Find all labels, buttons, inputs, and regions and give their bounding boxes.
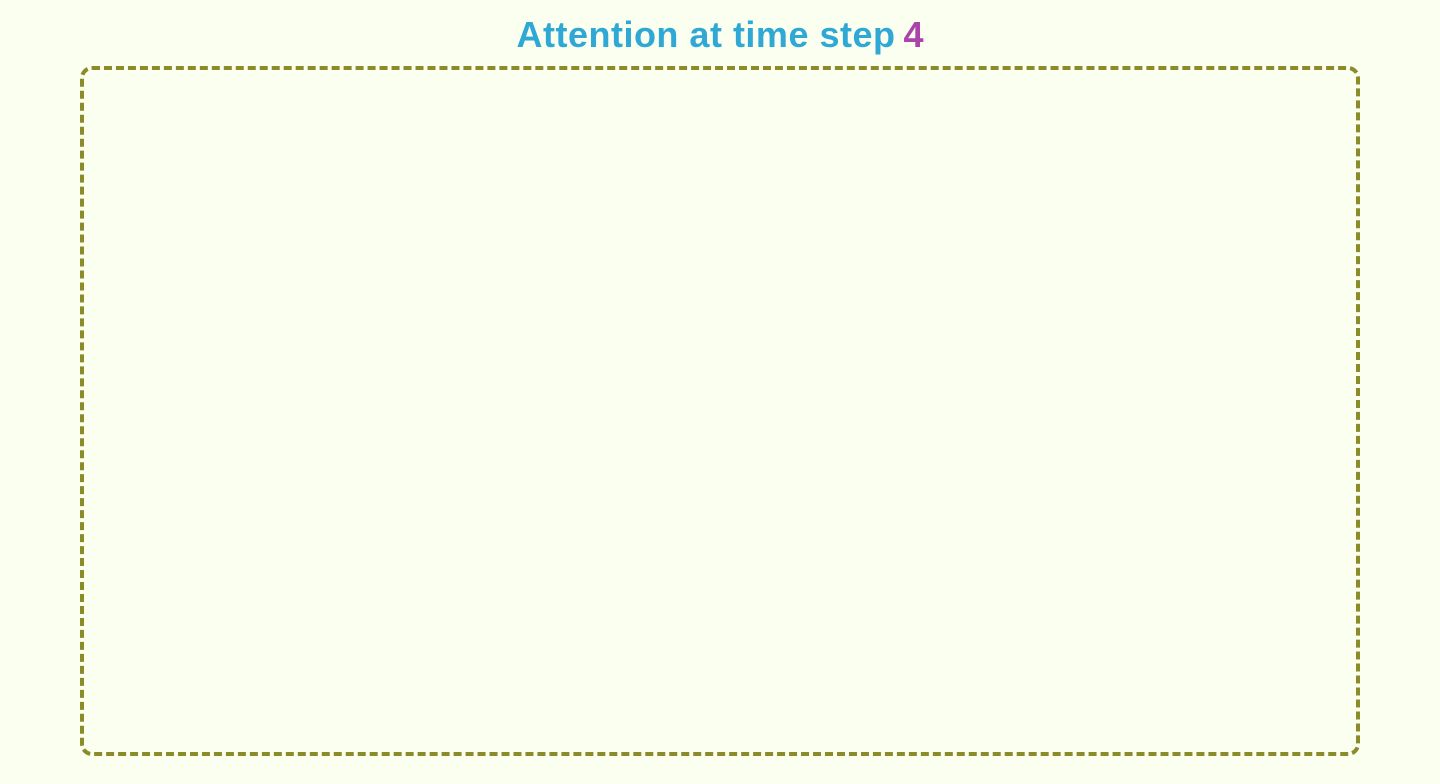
attention-visualization-box: [80, 66, 1360, 756]
title-number: 4: [903, 14, 923, 56]
title-text: Attention at time step: [516, 14, 895, 56]
title-container: Attention at time step 4: [516, 14, 923, 56]
